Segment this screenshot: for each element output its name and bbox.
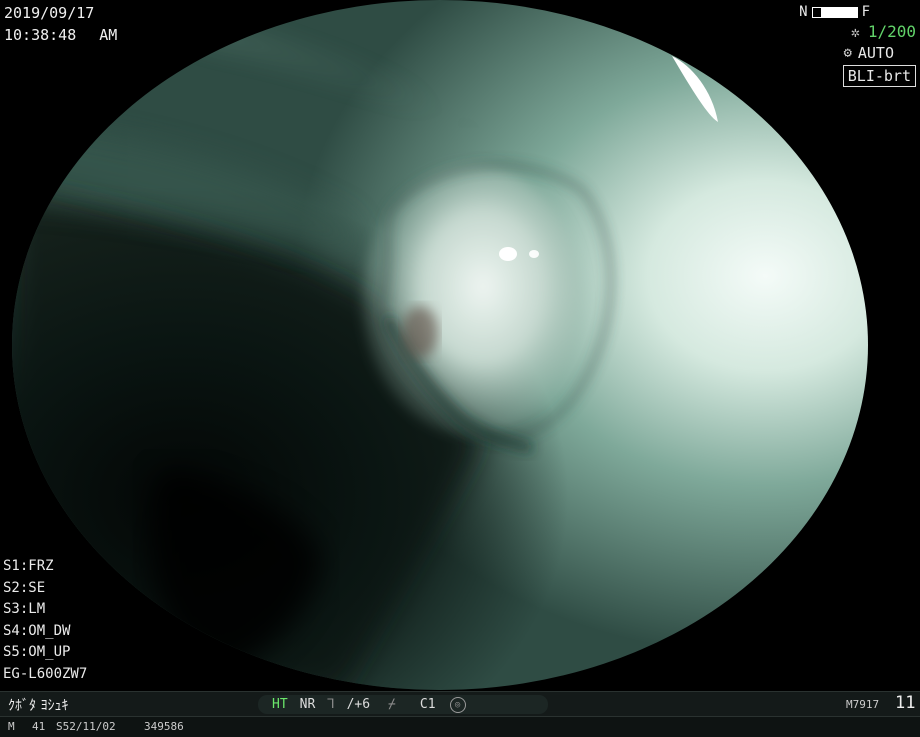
settings-item: S1:FRZ [3,558,54,574]
status-bar: ｸﾎﾞﾀ ﾖｼｭｷ HT NR ꓶ /+6 ⌿ C1 ◎ M7917 11 [0,691,920,717]
settings-item: S2:SE [3,579,46,596]
near-label: N [799,4,808,20]
model-code: M7917 [846,698,880,711]
endoscope-screen: 2019/09/17 10:38:48 AM N F ✲ 1/200 ⚙ AUT… [0,0,920,737]
enhance-value: /+6 [346,697,371,712]
patient-name: ｸﾎﾞﾀ ﾖｼｭｷ [8,698,69,714]
scope-model: EG-L600ZW7 [3,665,88,682]
endoscopic-image [12,0,868,690]
ht-indicator: HT [272,697,288,712]
color-mode: C1 [419,697,436,712]
focus-bar [811,6,858,18]
time-row: 10:38:48 AM [4,24,117,46]
iris-mode: AUTO [857,44,894,62]
record-icon: ◎ [449,696,466,713]
shutter-indicator: ✲ 1/200 [851,22,916,41]
patient-age: 41 [32,720,46,733]
patient-info: M 41 S52/11/02 349586 [8,720,184,733]
iris-indicator: ⚙ AUTO [843,44,894,62]
processor-settings: HT NR ꓶ /+6 ⌿ C1 ◎ [258,695,548,714]
far-label: F [861,4,870,20]
iris-icon: ⚙ [843,45,852,61]
settings-item: S4:OM_DW [3,622,71,639]
date-text: 2019/09/17 [4,4,95,22]
patient-birthdate: S52/11/02 [56,720,116,733]
patient-id: 349586 [144,720,184,733]
nr-indicator: NR [299,697,316,712]
scope-settings-list: S1:FRZ S2:SE S3:LM S4:OM_DW S5:OM_UP EG-… [3,556,87,685]
shutter-value: 1/200 [867,22,916,41]
time-text: 10:38:48 [4,26,77,44]
datetime-overlay: 2019/09/17 10:38:48 AM [4,2,117,46]
settings-item: S3:LM [3,601,46,617]
aperture-icon: ✲ [850,22,860,41]
endoscopic-view [12,0,868,690]
image-counter: 11 [895,693,916,713]
settings-item: S5:OM_UP [3,644,71,660]
patient-info-bar: M 41 S52/11/02 349586 [0,716,920,737]
focus-indicator: N F [799,4,870,20]
ampm-text: AM [99,26,118,44]
curve-icon: ꓶ [327,697,335,712]
tone-curve-icon: ⌿ [388,697,396,712]
light-mode-badge: BLI-brt [842,65,916,87]
patient-sex: M [8,720,15,733]
